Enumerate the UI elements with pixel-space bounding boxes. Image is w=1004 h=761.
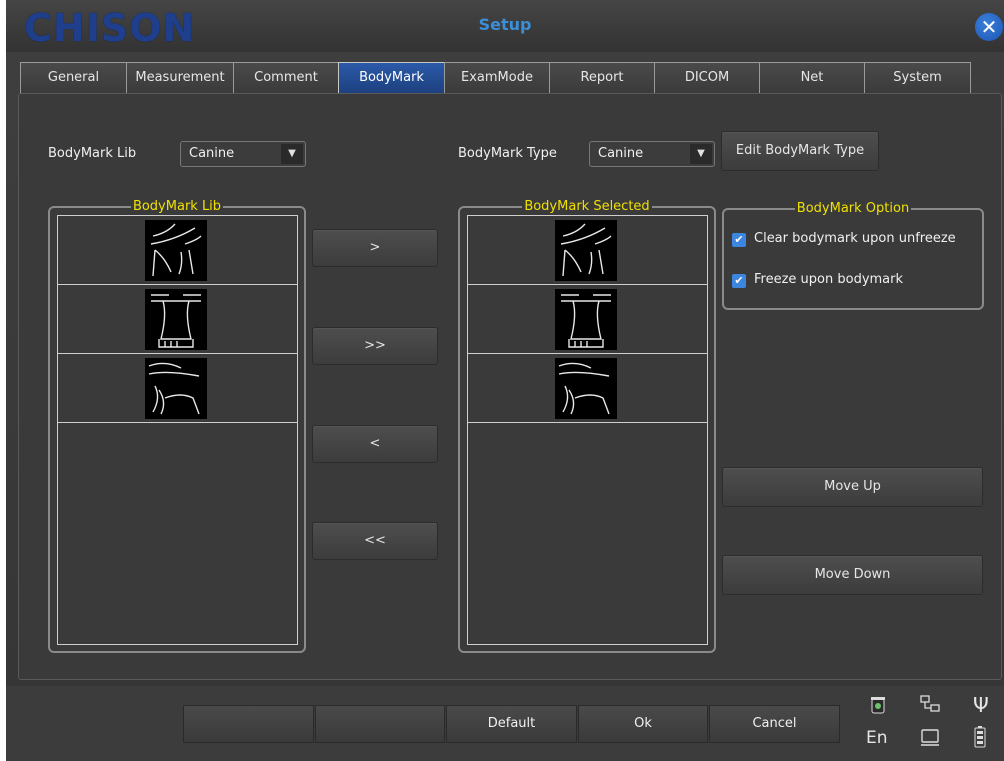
- cancel-button[interactable]: Cancel: [709, 705, 840, 743]
- network-icon: [919, 694, 941, 714]
- usb-icon: Ψ: [973, 693, 989, 717]
- tab-system[interactable]: System: [864, 62, 971, 94]
- bodymark-lib-group-title: BodyMark Lib: [130, 199, 224, 214]
- clear-bodymark-checkbox[interactable]: ✔ Clear bodymark upon unfreeze: [732, 231, 982, 249]
- add-all-button[interactable]: >>: [312, 327, 438, 365]
- battery-icon: [974, 726, 986, 748]
- tab-bodymark[interactable]: BodyMark: [338, 62, 445, 94]
- canine-bodymark-2-icon: [145, 289, 207, 350]
- bodymark-type-select[interactable]: Canine ▼: [589, 141, 715, 167]
- list-item[interactable]: [58, 354, 297, 423]
- freeze-upon-bodymark-label: Freeze upon bodymark: [754, 272, 904, 287]
- move-down-button[interactable]: Move Down: [722, 555, 983, 595]
- list-item[interactable]: [468, 285, 707, 354]
- canine-bodymark-3-icon: [555, 358, 617, 419]
- display-icon: [919, 728, 941, 748]
- tab-exammode[interactable]: ExamMode: [444, 62, 550, 94]
- list-item[interactable]: [58, 285, 297, 354]
- ok-button[interactable]: Ok: [578, 705, 708, 743]
- freeze-upon-bodymark-checkbox[interactable]: ✔ Freeze upon bodymark: [732, 272, 982, 290]
- chevron-down-icon[interactable]: ▼: [281, 144, 303, 164]
- bodymark-lib-select[interactable]: Canine ▼: [180, 141, 306, 167]
- bodymark-selected-list[interactable]: [467, 215, 708, 645]
- close-icon[interactable]: ✕: [975, 13, 1003, 41]
- title-bar: CHISON Setup ✕: [6, 0, 1004, 52]
- bodymark-option-group-title: BodyMark Option: [794, 201, 912, 216]
- bodymark-lib-list[interactable]: [57, 215, 298, 645]
- list-item[interactable]: [468, 216, 707, 285]
- window-title: Setup: [478, 15, 532, 34]
- canine-bodymark-3-icon: [145, 358, 207, 419]
- tab-bar: General Measurement Comment BodyMark Exa…: [20, 62, 971, 94]
- bodymark-type-value: Canine: [598, 146, 644, 161]
- tab-general[interactable]: General: [20, 62, 127, 94]
- bodymark-selected-group-title: BodyMark Selected: [522, 199, 652, 214]
- canine-bodymark-1-icon: [145, 220, 207, 281]
- tab-dicom[interactable]: DICOM: [654, 62, 760, 94]
- default-button[interactable]: Default: [446, 705, 577, 743]
- bodymark-lib-value: Canine: [189, 146, 235, 161]
- list-item[interactable]: [468, 354, 707, 423]
- clear-bodymark-label: Clear bodymark upon unfreeze: [754, 231, 956, 246]
- add-button[interactable]: >: [312, 229, 438, 267]
- bodymark-type-label: BodyMark Type: [458, 146, 557, 161]
- bodymark-option-group: BodyMark Option: [722, 201, 984, 310]
- language-indicator[interactable]: En: [866, 728, 892, 750]
- canine-bodymark-1-icon: [555, 220, 617, 281]
- chevron-down-icon[interactable]: ▼: [690, 144, 712, 164]
- recycle-bin-icon: [870, 696, 886, 714]
- move-up-button[interactable]: Move Up: [722, 467, 983, 507]
- remove-button[interactable]: <: [312, 425, 438, 463]
- blank-button-1[interactable]: [183, 705, 314, 743]
- tab-net[interactable]: Net: [759, 62, 865, 94]
- edit-bodymark-type-button[interactable]: Edit BodyMark Type: [721, 131, 879, 171]
- checkbox-checked-icon[interactable]: ✔: [732, 274, 746, 288]
- checkbox-checked-icon[interactable]: ✔: [732, 233, 746, 247]
- blank-button-2[interactable]: [315, 705, 445, 743]
- tab-report[interactable]: Report: [549, 62, 655, 94]
- bodymark-lib-label: BodyMark Lib: [48, 146, 137, 161]
- list-item[interactable]: [58, 216, 297, 285]
- remove-all-button[interactable]: <<: [312, 522, 438, 560]
- tab-comment[interactable]: Comment: [233, 62, 339, 94]
- canine-bodymark-2-icon: [555, 289, 617, 350]
- tab-measurement[interactable]: Measurement: [126, 62, 234, 94]
